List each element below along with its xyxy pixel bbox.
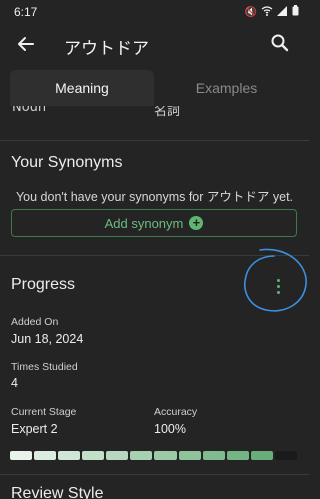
search-icon bbox=[271, 34, 289, 52]
progress-title: Progress bbox=[11, 276, 76, 293]
signal-icon bbox=[277, 5, 288, 20]
stage-segment bbox=[274, 451, 297, 460]
part-of-speech: Noun bbox=[12, 106, 47, 115]
tab-meaning[interactable]: Meaning bbox=[10, 70, 154, 106]
mute-icon: 🔇 bbox=[244, 6, 257, 18]
status-time: 6:17 bbox=[14, 5, 38, 19]
stage-progress-bar bbox=[10, 451, 297, 460]
synonyms-empty-text: You don't have your synonyms for アウトドア y… bbox=[15, 190, 294, 204]
search-button[interactable] bbox=[269, 32, 291, 54]
add-synonym-label: Add synonym bbox=[104, 215, 184, 231]
status-bar: 6:17 🔇 bbox=[0, 0, 309, 24]
tab-bar: Meaning Examples bbox=[0, 70, 309, 106]
app-bar: アウトドア bbox=[0, 24, 309, 66]
current-stage-label: Current Stage bbox=[11, 406, 77, 418]
tab-examples[interactable]: Examples bbox=[154, 70, 299, 106]
stage-segment bbox=[34, 451, 57, 460]
times-studied-label: Times Studied bbox=[11, 361, 78, 373]
added-on-label: Added On bbox=[11, 316, 59, 328]
review-style-title: Review Style bbox=[11, 485, 104, 499]
synonyms-title: Your Synonyms bbox=[11, 154, 123, 171]
stage-segment bbox=[58, 451, 81, 460]
status-icons: 🔇 bbox=[245, 5, 299, 20]
added-on-value: Jun 18, 2024 bbox=[11, 332, 84, 346]
annotation-circle-icon bbox=[244, 248, 307, 312]
stage-segment bbox=[250, 451, 273, 460]
page-title: アウトドア bbox=[64, 39, 149, 59]
stage-segment bbox=[106, 451, 129, 460]
stage-segment bbox=[226, 451, 249, 460]
back-button[interactable] bbox=[14, 32, 38, 56]
divider bbox=[0, 140, 309, 141]
accuracy-value: 100% bbox=[154, 422, 186, 436]
arrow-back-icon bbox=[18, 37, 34, 51]
current-stage-value: Expert 2 bbox=[11, 422, 58, 436]
accuracy-label: Accuracy bbox=[154, 406, 198, 418]
add-synonym-button[interactable]: Add synonym + bbox=[11, 209, 297, 237]
times-studied-value: 4 bbox=[11, 376, 18, 390]
divider bbox=[0, 474, 309, 475]
wifi-icon bbox=[261, 5, 273, 20]
stage-segment bbox=[130, 451, 153, 460]
part-of-speech-japanese: 名詞 bbox=[154, 106, 181, 119]
stage-segment bbox=[10, 451, 33, 460]
stage-segment bbox=[154, 451, 177, 460]
battery-icon bbox=[292, 5, 299, 20]
stage-segment bbox=[202, 451, 225, 460]
meaning-row: Noun 名詞 bbox=[0, 106, 309, 126]
stage-segment bbox=[178, 451, 201, 460]
plus-circle-icon: + bbox=[189, 216, 204, 230]
stage-segment bbox=[82, 451, 105, 460]
